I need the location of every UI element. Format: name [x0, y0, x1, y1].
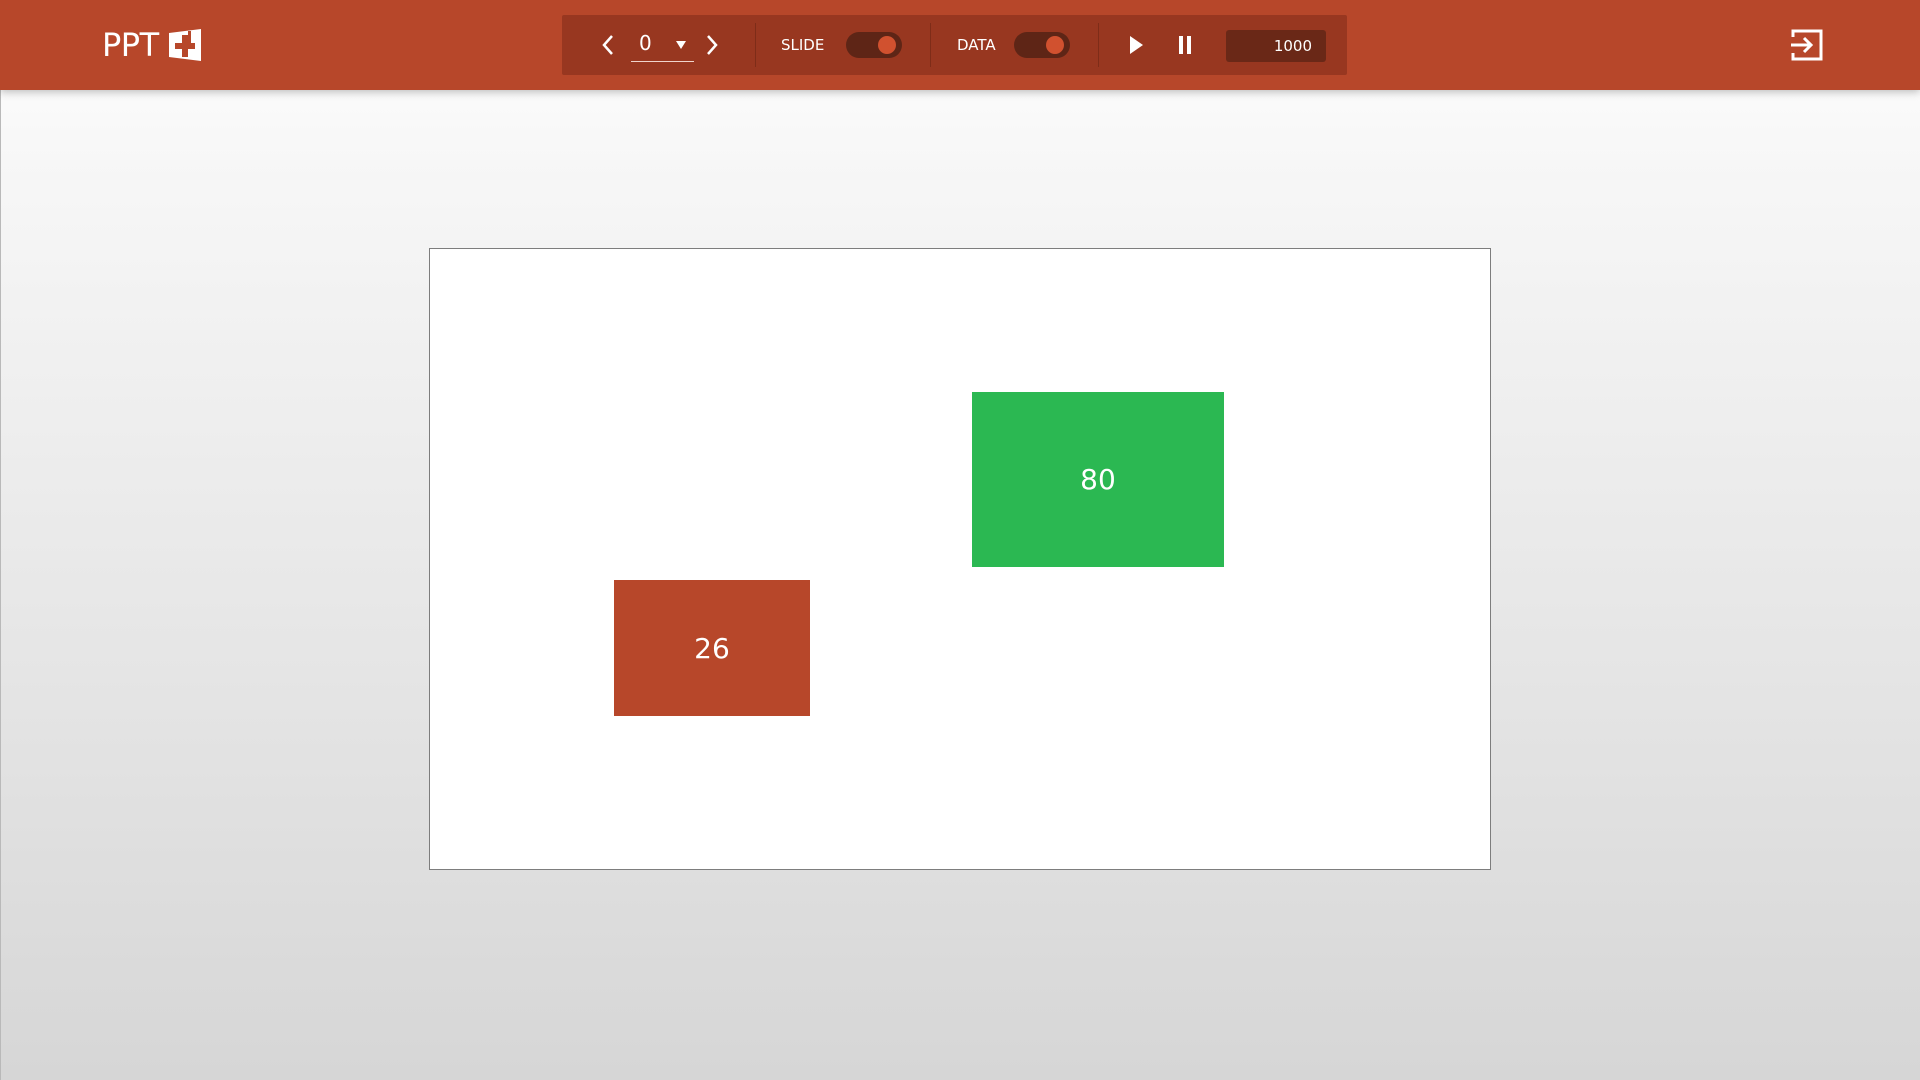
- play-icon: [1130, 36, 1143, 54]
- slide-canvas: 26 80: [429, 248, 1491, 870]
- slide-shape[interactable]: 26: [614, 580, 810, 716]
- shape-label: 26: [694, 631, 730, 665]
- slide-toggle[interactable]: [846, 32, 902, 58]
- slide-number-select[interactable]: 0: [631, 29, 694, 62]
- speed-input[interactable]: 1000: [1226, 30, 1326, 62]
- slide-number-value: 0: [639, 31, 652, 55]
- chevron-left-icon: [602, 35, 613, 55]
- previous-slide-button[interactable]: [593, 30, 623, 60]
- window-left-edge: [0, 90, 1, 1080]
- toolbar-divider: [1098, 23, 1099, 67]
- slide-toggle-label: SLIDE: [781, 36, 825, 54]
- app-header: PPT 0 SLIDE DATA 1000: [0, 0, 1920, 90]
- presentation-toolbar: 0 SLIDE DATA 1000: [562, 15, 1347, 75]
- exit-button[interactable]: [1789, 27, 1825, 63]
- shape-label: 80: [1080, 463, 1116, 496]
- data-toggle-knob: [1046, 36, 1064, 54]
- powerpoint-plus-icon: [168, 29, 201, 61]
- logo-text: PPT: [102, 26, 159, 64]
- slide-toggle-knob: [878, 36, 896, 54]
- data-toggle-label: DATA: [957, 36, 996, 54]
- next-slide-button[interactable]: [697, 30, 727, 60]
- app-logo: PPT: [102, 24, 203, 66]
- pause-button[interactable]: [1170, 30, 1200, 60]
- exit-icon: [1791, 29, 1823, 61]
- play-button[interactable]: [1121, 30, 1151, 60]
- slide-shape[interactable]: 80: [972, 392, 1224, 567]
- chevron-right-icon: [707, 35, 718, 55]
- pause-icon: [1179, 36, 1191, 54]
- caret-down-icon: [676, 41, 686, 49]
- toolbar-divider: [930, 23, 931, 67]
- data-toggle[interactable]: [1014, 32, 1070, 58]
- toolbar-divider: [755, 23, 756, 67]
